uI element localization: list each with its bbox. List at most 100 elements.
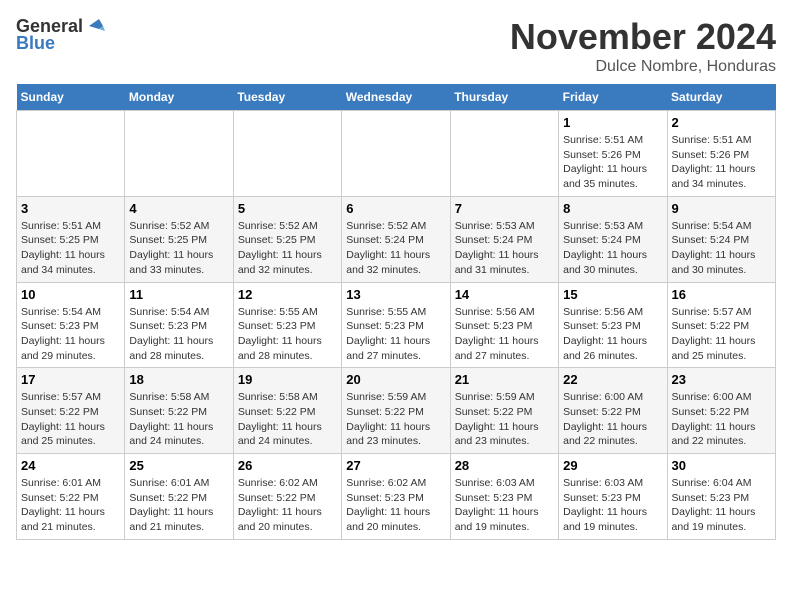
calendar-cell: 13 Sunrise: 5:55 AM Sunset: 5:23 PM Dayli… xyxy=(342,282,450,368)
calendar-cell xyxy=(450,111,558,197)
calendar-cell: 10 Sunrise: 5:54 AM Sunset: 5:23 PM Dayli… xyxy=(17,282,125,368)
calendar-cell: 20 Sunrise: 5:59 AM Sunset: 5:22 PM Dayli… xyxy=(342,368,450,454)
day-number: 18 xyxy=(129,372,228,387)
calendar-cell: 15 Sunrise: 5:56 AM Sunset: 5:23 PM Dayli… xyxy=(559,282,667,368)
calendar-cell: 9Sunrise: 5:54 AM Sunset: 5:24 PM Daylig… xyxy=(667,196,775,282)
day-info: Sunrise: 5:51 AM Sunset: 5:26 PM Dayligh… xyxy=(672,133,771,192)
day-info: Sunrise: 5:54 AM Sunset: 5:23 PM Dayligh… xyxy=(21,305,120,364)
location-subtitle: Dulce Nombre, Honduras xyxy=(510,58,776,76)
day-number: 30 xyxy=(672,458,771,473)
calendar-cell: 14 Sunrise: 5:56 AM Sunset: 5:23 PM Dayli… xyxy=(450,282,558,368)
calendar-week-row: 1 Sunrise: 5:51 AM Sunset: 5:26 PM Daylig… xyxy=(17,111,776,197)
day-info: Sunrise: 5:54 AM Sunset: 5:23 PM Dayligh… xyxy=(129,305,228,364)
calendar-cell: 27 Sunrise: 6:02 AM Sunset: 5:23 PM Dayli… xyxy=(342,454,450,540)
calendar-week-row: 17 Sunrise: 5:57 AM Sunset: 5:22 PM Dayli… xyxy=(17,368,776,454)
day-number: 19 xyxy=(238,372,337,387)
day-info: Sunrise: 5:52 AM Sunset: 5:25 PM Dayligh… xyxy=(129,219,228,278)
day-info: Sunrise: 5:52 AM Sunset: 5:24 PM Dayligh… xyxy=(346,219,445,278)
day-number: 14 xyxy=(455,287,554,302)
calendar-cell xyxy=(17,111,125,197)
day-info: Sunrise: 6:03 AM Sunset: 5:23 PM Dayligh… xyxy=(563,476,662,535)
day-number: 5 xyxy=(238,201,337,216)
calendar-cell: 17 Sunrise: 5:57 AM Sunset: 5:22 PM Dayli… xyxy=(17,368,125,454)
calendar-cell: 8 Sunrise: 5:53 AM Sunset: 5:24 PM Daylig… xyxy=(559,196,667,282)
day-info: Sunrise: 5:59 AM Sunset: 5:22 PM Dayligh… xyxy=(455,390,554,449)
calendar-cell: 21 Sunrise: 5:59 AM Sunset: 5:22 PM Dayli… xyxy=(450,368,558,454)
day-header: Friday xyxy=(559,84,667,111)
day-number: 12 xyxy=(238,287,337,302)
day-info: Sunrise: 5:58 AM Sunset: 5:22 PM Dayligh… xyxy=(238,390,337,449)
logo: General Blue xyxy=(16,16,107,54)
day-info: Sunrise: 5:56 AM Sunset: 5:23 PM Dayligh… xyxy=(563,305,662,364)
day-number: 26 xyxy=(238,458,337,473)
day-number: 11 xyxy=(129,287,228,302)
day-number: 13 xyxy=(346,287,445,302)
day-number: 22 xyxy=(563,372,662,387)
calendar-cell: 25Sunrise: 6:01 AM Sunset: 5:22 PM Dayli… xyxy=(125,454,233,540)
day-info: Sunrise: 5:52 AM Sunset: 5:25 PM Dayligh… xyxy=(238,219,337,278)
day-header: Wednesday xyxy=(342,84,450,111)
calendar-cell xyxy=(125,111,233,197)
day-number: 21 xyxy=(455,372,554,387)
day-info: Sunrise: 5:57 AM Sunset: 5:22 PM Dayligh… xyxy=(21,390,120,449)
day-info: Sunrise: 6:01 AM Sunset: 5:22 PM Dayligh… xyxy=(129,476,228,535)
calendar-cell: 4 Sunrise: 5:52 AM Sunset: 5:25 PM Daylig… xyxy=(125,196,233,282)
day-number: 17 xyxy=(21,372,120,387)
calendar-cell: 11 Sunrise: 5:54 AM Sunset: 5:23 PM Dayli… xyxy=(125,282,233,368)
day-info: Sunrise: 5:56 AM Sunset: 5:23 PM Dayligh… xyxy=(455,305,554,364)
calendar-cell: 26 Sunrise: 6:02 AM Sunset: 5:22 PM Dayli… xyxy=(233,454,341,540)
day-header: Saturday xyxy=(667,84,775,111)
day-number: 2 xyxy=(672,115,771,130)
day-info: Sunrise: 5:57 AM Sunset: 5:22 PM Dayligh… xyxy=(672,305,771,364)
month-title: November 2024 xyxy=(510,16,776,58)
title-block: November 2024 Dulce Nombre, Honduras xyxy=(510,16,776,76)
calendar-cell: 18 Sunrise: 5:58 AM Sunset: 5:22 PM Dayli… xyxy=(125,368,233,454)
day-header: Thursday xyxy=(450,84,558,111)
day-number: 29 xyxy=(563,458,662,473)
day-info: Sunrise: 5:51 AM Sunset: 5:25 PM Dayligh… xyxy=(21,219,120,278)
calendar-cell xyxy=(342,111,450,197)
day-info: Sunrise: 5:55 AM Sunset: 5:23 PM Dayligh… xyxy=(238,305,337,364)
day-info: Sunrise: 5:51 AM Sunset: 5:26 PM Dayligh… xyxy=(563,133,662,192)
day-info: Sunrise: 6:02 AM Sunset: 5:23 PM Dayligh… xyxy=(346,476,445,535)
page-header: General Blue November 2024 Dulce Nombre,… xyxy=(16,16,776,76)
day-info: Sunrise: 5:53 AM Sunset: 5:24 PM Dayligh… xyxy=(455,219,554,278)
day-info: Sunrise: 6:02 AM Sunset: 5:22 PM Dayligh… xyxy=(238,476,337,535)
day-number: 20 xyxy=(346,372,445,387)
calendar-cell: 1 Sunrise: 5:51 AM Sunset: 5:26 PM Daylig… xyxy=(559,111,667,197)
day-info: Sunrise: 5:58 AM Sunset: 5:22 PM Dayligh… xyxy=(129,390,228,449)
day-number: 3 xyxy=(21,201,120,216)
day-info: Sunrise: 5:54 AM Sunset: 5:24 PM Dayligh… xyxy=(672,219,771,278)
day-number: 8 xyxy=(563,201,662,216)
calendar-cell: 16 Sunrise: 5:57 AM Sunset: 5:22 PM Dayli… xyxy=(667,282,775,368)
calendar-cell: 29 Sunrise: 6:03 AM Sunset: 5:23 PM Dayli… xyxy=(559,454,667,540)
day-number: 10 xyxy=(21,287,120,302)
calendar-cell: 24Sunrise: 6:01 AM Sunset: 5:22 PM Dayli… xyxy=(17,454,125,540)
calendar-cell: 2 Sunrise: 5:51 AM Sunset: 5:26 PM Daylig… xyxy=(667,111,775,197)
day-number: 1 xyxy=(563,115,662,130)
day-info: Sunrise: 5:55 AM Sunset: 5:23 PM Dayligh… xyxy=(346,305,445,364)
day-info: Sunrise: 6:00 AM Sunset: 5:22 PM Dayligh… xyxy=(672,390,771,449)
day-number: 4 xyxy=(129,201,228,216)
day-number: 28 xyxy=(455,458,554,473)
calendar-cell: 5 Sunrise: 5:52 AM Sunset: 5:25 PM Daylig… xyxy=(233,196,341,282)
day-number: 15 xyxy=(563,287,662,302)
day-number: 27 xyxy=(346,458,445,473)
day-number: 6 xyxy=(346,201,445,216)
calendar-cell: 19 Sunrise: 5:58 AM Sunset: 5:22 PM Dayli… xyxy=(233,368,341,454)
day-info: Sunrise: 6:03 AM Sunset: 5:23 PM Dayligh… xyxy=(455,476,554,535)
day-number: 23 xyxy=(672,372,771,387)
day-number: 24 xyxy=(21,458,120,473)
calendar-week-row: 3 Sunrise: 5:51 AM Sunset: 5:25 PM Daylig… xyxy=(17,196,776,282)
day-info: Sunrise: 5:59 AM Sunset: 5:22 PM Dayligh… xyxy=(346,390,445,449)
day-info: Sunrise: 6:04 AM Sunset: 5:23 PM Dayligh… xyxy=(672,476,771,535)
day-header: Tuesday xyxy=(233,84,341,111)
calendar-cell: 30 Sunrise: 6:04 AM Sunset: 5:23 PM Dayli… xyxy=(667,454,775,540)
day-info: Sunrise: 5:53 AM Sunset: 5:24 PM Dayligh… xyxy=(563,219,662,278)
calendar-week-row: 10 Sunrise: 5:54 AM Sunset: 5:23 PM Dayli… xyxy=(17,282,776,368)
calendar-cell: 7Sunrise: 5:53 AM Sunset: 5:24 PM Daylig… xyxy=(450,196,558,282)
calendar-cell: 6 Sunrise: 5:52 AM Sunset: 5:24 PM Daylig… xyxy=(342,196,450,282)
day-number: 16 xyxy=(672,287,771,302)
day-header: Monday xyxy=(125,84,233,111)
header-row: SundayMondayTuesdayWednesdayThursdayFrid… xyxy=(17,84,776,111)
